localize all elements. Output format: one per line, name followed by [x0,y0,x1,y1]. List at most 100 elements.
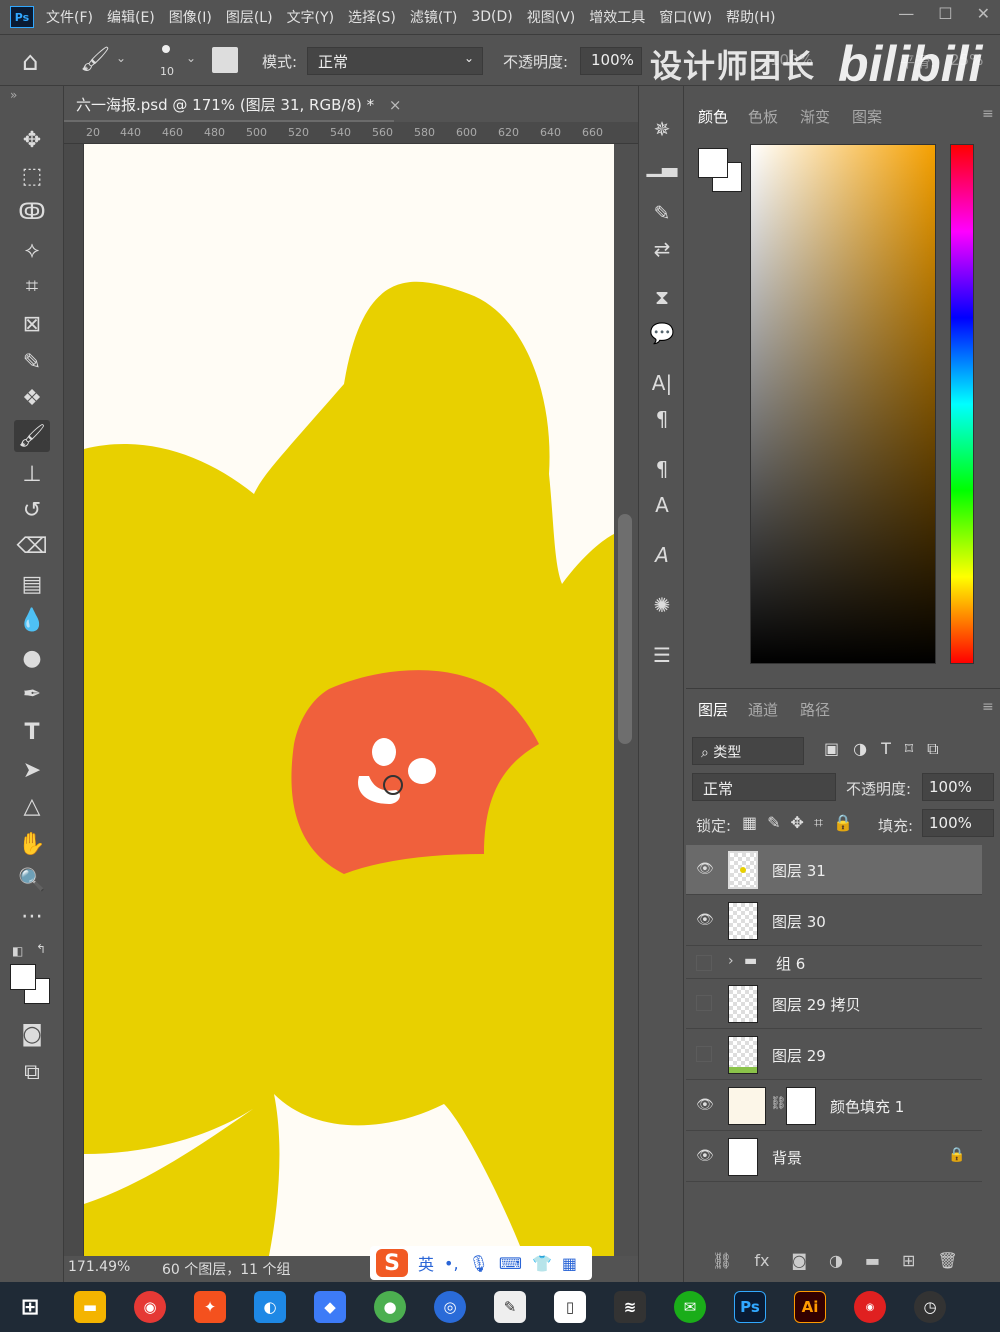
netease-music-icon[interactable]: ◉ [134,1291,166,1323]
link-layers-icon[interactable]: ⛓ [712,1251,732,1270]
expand-icon[interactable]: » [10,88,17,102]
canvas[interactable] [84,144,614,1256]
maximize-icon[interactable]: ☐ [938,4,952,23]
lock-artboard-icon[interactable]: ⌗ [814,813,823,833]
character-style-icon[interactable]: A [647,490,677,520]
file-explorer-icon[interactable]: ▬ [74,1291,106,1323]
zoom-tool-icon[interactable]: 🔍 [14,864,50,896]
adjustment-layer-icon[interactable]: ◑ [829,1251,843,1270]
learn-icon[interactable]: ✺ [647,590,677,620]
menu-plugins[interactable]: 增效工具 [589,7,645,27]
illustrator-taskbar-icon[interactable]: Ai [794,1291,826,1323]
app-icon[interactable]: ◐ [254,1291,286,1323]
tab-swatches[interactable]: 色板 [748,106,778,127]
visibility-toggle[interactable] [696,995,712,1011]
menu-file[interactable]: 文件(F) [46,7,93,27]
fill-field[interactable]: 100% [922,809,994,837]
filter-shape-icon[interactable]: ⌑ [905,739,913,759]
layer-row[interactable]: › ▬ 组 6 [686,947,982,979]
menu-3d[interactable]: 3D(D) [471,9,512,25]
chevron-down-icon[interactable]: ⌄ [116,51,126,65]
paragraph-style-icon[interactable]: ¶ [647,454,677,484]
history-brush-tool-icon[interactable]: ↺ [14,494,50,526]
panel-menu-icon[interactable]: ≡ [982,699,994,715]
menu-image[interactable]: 图像(I) [169,7,212,27]
menu-help[interactable]: 帮助(H) [726,7,775,27]
app-icon[interactable]: ▯ [554,1291,586,1323]
layer-name[interactable]: 图层 31 [772,860,826,881]
tab-layers[interactable]: 图层 [698,699,728,720]
mode-select[interactable]: 正常 ⌄ [307,47,483,75]
eyedropper-tool-icon[interactable]: ✎ [14,346,50,378]
quick-select-tool-icon[interactable]: ⟡ [14,234,50,266]
app-icon[interactable]: ◷ [914,1291,946,1323]
brush-preset-icon[interactable]: 🖌 [80,45,110,73]
add-mask-icon[interactable]: ◙ [791,1251,807,1270]
lasso-tool-icon[interactable]: ↂ [14,196,50,228]
eraser-tool-icon[interactable]: ⌫ [14,530,50,562]
histogram-icon[interactable]: ▁▃ [647,150,678,180]
pen-tool-icon[interactable]: ✒ [14,678,50,710]
app-icon[interactable]: ≋ [614,1291,646,1323]
clone-source-icon[interactable]: ⧗ [647,282,677,312]
layer-row[interactable]: 👁 图层 31 [686,845,982,895]
panel-menu-icon[interactable]: ≡ [982,106,994,122]
layer-name[interactable]: 图层 30 [772,911,826,932]
menu-edit[interactable]: 编辑(E) [107,7,155,27]
tab-channels[interactable]: 通道 [748,699,778,720]
eye-icon[interactable]: 👁 [696,912,714,930]
swap-colors-icon[interactable]: ↰ [36,942,46,956]
vertical-scrollbar[interactable] [614,144,638,1256]
fx-icon[interactable]: fx [754,1251,769,1270]
layer-name[interactable]: 图层 29 [772,1045,826,1066]
hand-tool-icon[interactable]: ✋ [14,828,50,860]
foreground-color-swatch[interactable] [10,964,36,990]
glyphs-icon[interactable]: A [647,540,677,570]
eye-icon[interactable]: 👁 [696,1097,714,1115]
layer-row[interactable]: 👁 图层 30 [686,896,982,946]
microphone-icon[interactable]: 🎙 [469,1254,489,1273]
eye-icon[interactable]: 👁 [696,861,714,879]
chevron-down-icon[interactable]: ⌄ [186,51,196,65]
stamp-tool-icon[interactable]: ⊥ [14,458,50,490]
scrollbar-thumb[interactable] [618,514,632,744]
layer-row[interactable]: 图层 29 [686,1030,982,1080]
close-icon[interactable]: ✕ [977,4,990,23]
menu-type[interactable]: 文字(Y) [287,7,334,27]
app-icon[interactable]: ◎ [434,1291,466,1323]
layer-row[interactable]: 图层 29 拷贝 [686,979,982,1029]
visibility-toggle[interactable] [696,1046,712,1062]
link-icon[interactable]: ⛓ [770,1096,787,1111]
menu-filter[interactable]: 滤镜(T) [410,7,457,27]
close-tab-icon[interactable]: × [389,96,402,114]
gradient-tool-icon[interactable]: ▤ [14,568,50,600]
filter-pixel-icon[interactable]: ▣ [824,739,839,759]
screen-mode-icon[interactable]: ⧉ [14,1056,50,1088]
chevron-right-icon[interactable]: › [728,953,734,969]
menu-window[interactable]: 窗口(W) [659,7,712,27]
hue-slider[interactable] [950,144,974,664]
app-icon[interactable]: ✦ [194,1291,226,1323]
move-tool-icon[interactable]: ✥ [14,124,50,156]
document-tab[interactable]: 六一海报.psd @ 171% (图层 31, RGB/8) * × [64,86,401,122]
blend-mode-select[interactable]: 正常 [692,773,836,801]
keyboard-icon[interactable]: ⌨ [499,1254,522,1273]
photoshop-taskbar-icon[interactable]: Ps [734,1291,766,1323]
layer-name[interactable]: 组 6 [776,953,805,974]
menu-select[interactable]: 选择(S) [348,7,396,27]
type-tool-icon[interactable]: T [14,716,50,748]
layer-name[interactable]: 背景 [772,1147,802,1168]
punctuation-icon[interactable]: •, [444,1254,459,1273]
default-colors-icon[interactable]: ◧ [12,944,23,958]
filter-type-icon[interactable]: T [881,739,891,759]
ime-lang[interactable]: 英 [418,1251,434,1275]
lock-pixels-icon[interactable]: ✎ [767,813,780,833]
layer-name[interactable]: 图层 29 拷贝 [772,994,861,1015]
dodge-tool-icon[interactable]: ● [14,642,50,674]
brush-tool-icon[interactable]: 🖌 [14,420,50,452]
lock-position-icon[interactable]: ✥ [791,813,804,833]
trash-icon[interactable]: 🗑 [937,1251,957,1270]
eye-icon[interactable]: 👁 [696,1148,714,1166]
app-icon[interactable]: ◆ [314,1291,346,1323]
blur-tool-icon[interactable]: 💧 [14,604,50,636]
